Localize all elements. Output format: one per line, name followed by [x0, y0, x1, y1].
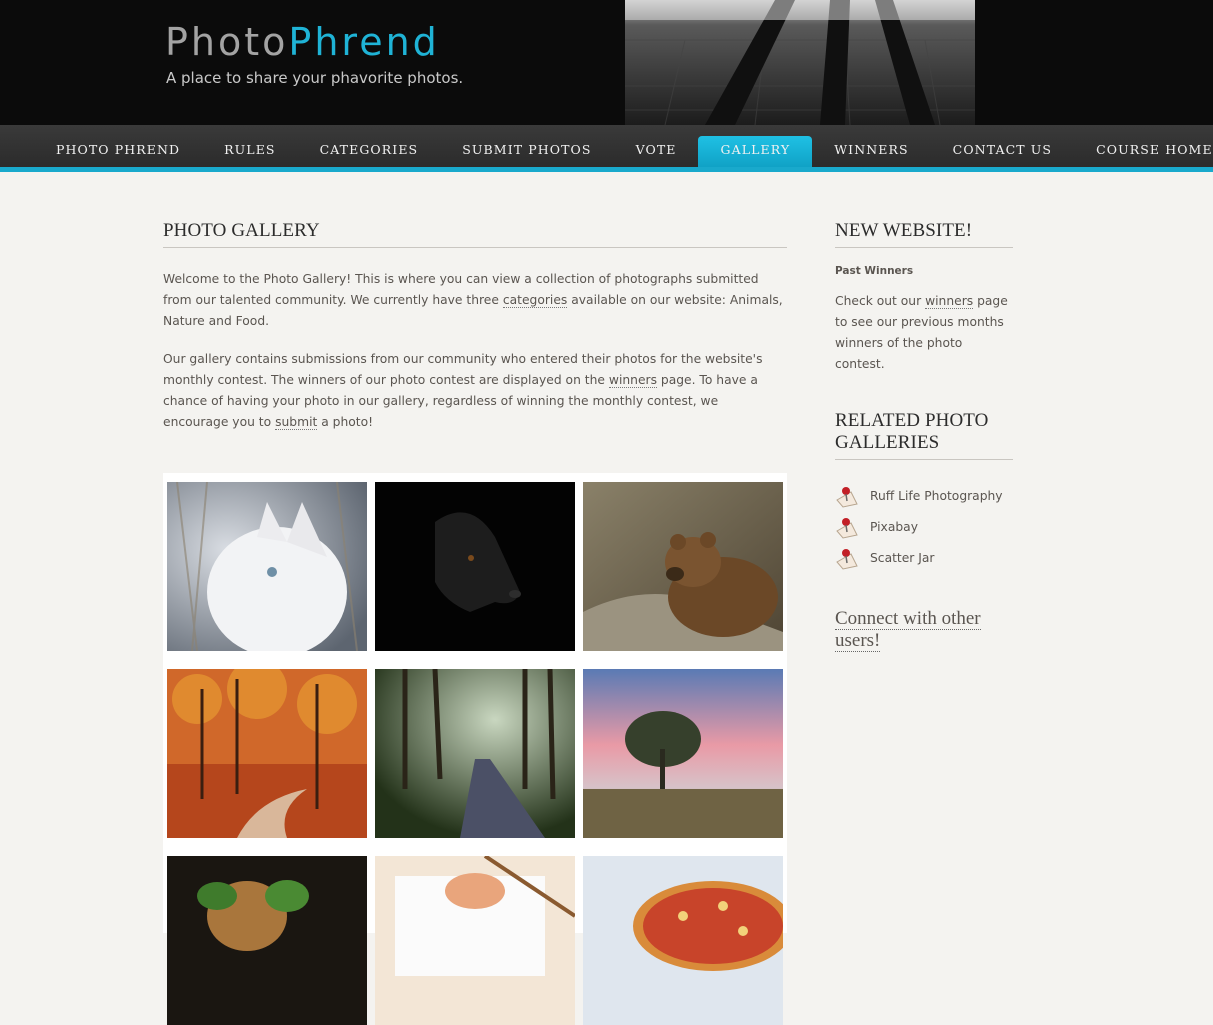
- gallery-photo-cat[interactable]: [167, 482, 367, 651]
- intro-paragraph-2: Our gallery contains submissions from ou…: [163, 349, 787, 433]
- gallery-photo-bear[interactable]: [583, 482, 783, 651]
- winners-blurb: Check out our winners page to see our pr…: [835, 291, 1013, 375]
- nav-link-categories[interactable]: Categories: [298, 136, 441, 168]
- related-link-scatter-jar[interactable]: Scatter Jar: [870, 551, 935, 565]
- related-item-scatter-jar: Scatter Jar: [835, 542, 1013, 573]
- new-website-heading: NEW WEBSITE!: [835, 220, 1013, 248]
- header-banner-photo: [625, 0, 975, 125]
- gallery-photo-autumn[interactable]: [167, 669, 367, 838]
- winners-blurb-pre: Check out our: [835, 294, 926, 308]
- gallery-photo-sushi[interactable]: [375, 856, 575, 1025]
- past-winners-label: Past Winners: [835, 265, 914, 277]
- gallery-photo-pizza[interactable]: [583, 856, 783, 1025]
- logo-part1: Photo: [165, 20, 289, 64]
- nav-item-winners: Winners: [812, 125, 930, 167]
- nav-item-gallery: Gallery: [698, 125, 813, 167]
- nav-item-course-homepage: Course Homepage: [1074, 125, 1213, 167]
- photo-gallery-grid: [163, 473, 787, 1025]
- nav-link-course-homepage[interactable]: Course Homepage: [1074, 136, 1213, 168]
- gallery-photo-basil-food[interactable]: [167, 856, 367, 1025]
- site-logo[interactable]: PhotoPhrend: [165, 20, 440, 64]
- related-link-ruff-life[interactable]: Ruff Life Photography: [870, 489, 1003, 503]
- related-galleries-list: Ruff Life Photography Pixabay Scatter Ja…: [835, 480, 1013, 573]
- nav-link-winners[interactable]: Winners: [812, 136, 930, 168]
- nav-item-contact-us: Contact Us: [931, 125, 1074, 167]
- page-title: PHOTO GALLERY: [163, 220, 787, 248]
- pushpin-icon: [836, 486, 858, 508]
- nav-link-gallery[interactable]: Gallery: [698, 136, 813, 167]
- intro-paragraph-1: Welcome to the Photo Gallery! This is wh…: [163, 269, 787, 332]
- pushpin-icon: [836, 517, 858, 539]
- logo-part2: Phrend: [288, 20, 440, 64]
- nav-item-rules: Rules: [202, 125, 297, 167]
- main-content: PHOTO GALLERY Welcome to the Photo Galle…: [163, 220, 787, 1025]
- site-header: PhotoPhrend A place to share your phavor…: [0, 0, 1213, 125]
- related-item-ruff-life: Ruff Life Photography: [835, 480, 1013, 511]
- nav-link-contact-us[interactable]: Contact Us: [931, 136, 1074, 168]
- related-galleries-heading: RELATED PHOTO GALLERIES: [835, 410, 1013, 460]
- nav-link-photo-phrend[interactable]: Photo Phrend: [34, 136, 202, 168]
- nav-link-rules[interactable]: Rules: [202, 136, 297, 168]
- gallery-photo-sunset-tree[interactable]: [583, 669, 783, 838]
- main-navigation: Photo Phrend Rules Categories Submit Pho…: [0, 125, 1213, 172]
- connect-with-users-link[interactable]: Connect with other users!: [835, 608, 981, 652]
- related-item-pixabay: Pixabay: [835, 511, 1013, 542]
- pushpin-icon: [836, 548, 858, 570]
- submit-link[interactable]: submit: [275, 415, 318, 430]
- nav-item-categories: Categories: [298, 125, 441, 167]
- sidebar: NEW WEBSITE! Past Winners Check out our …: [835, 220, 1013, 652]
- nav-item-photo-phrend: Photo Phrend: [34, 125, 202, 167]
- winners-link[interactable]: winners: [608, 373, 657, 388]
- gallery-photo-dog[interactable]: [375, 482, 575, 651]
- gallery-photo-forest-road[interactable]: [375, 669, 575, 838]
- site-tagline: A place to share your phavorite photos.: [166, 69, 464, 87]
- categories-link[interactable]: categories: [502, 293, 568, 308]
- related-link-pixabay[interactable]: Pixabay: [870, 520, 918, 534]
- connect-section: Connect with other users!: [835, 608, 1013, 652]
- connect-label: Connect with other users!: [835, 608, 981, 652]
- sidebar-winners-link[interactable]: winners: [925, 294, 974, 309]
- intro2-text-post: a photo!: [317, 415, 374, 429]
- nav-item-vote: Vote: [614, 125, 699, 167]
- nav-link-submit-photos[interactable]: Submit Photos: [440, 136, 613, 168]
- nav-item-submit-photos: Submit Photos: [440, 125, 613, 167]
- nav-link-vote[interactable]: Vote: [614, 136, 699, 168]
